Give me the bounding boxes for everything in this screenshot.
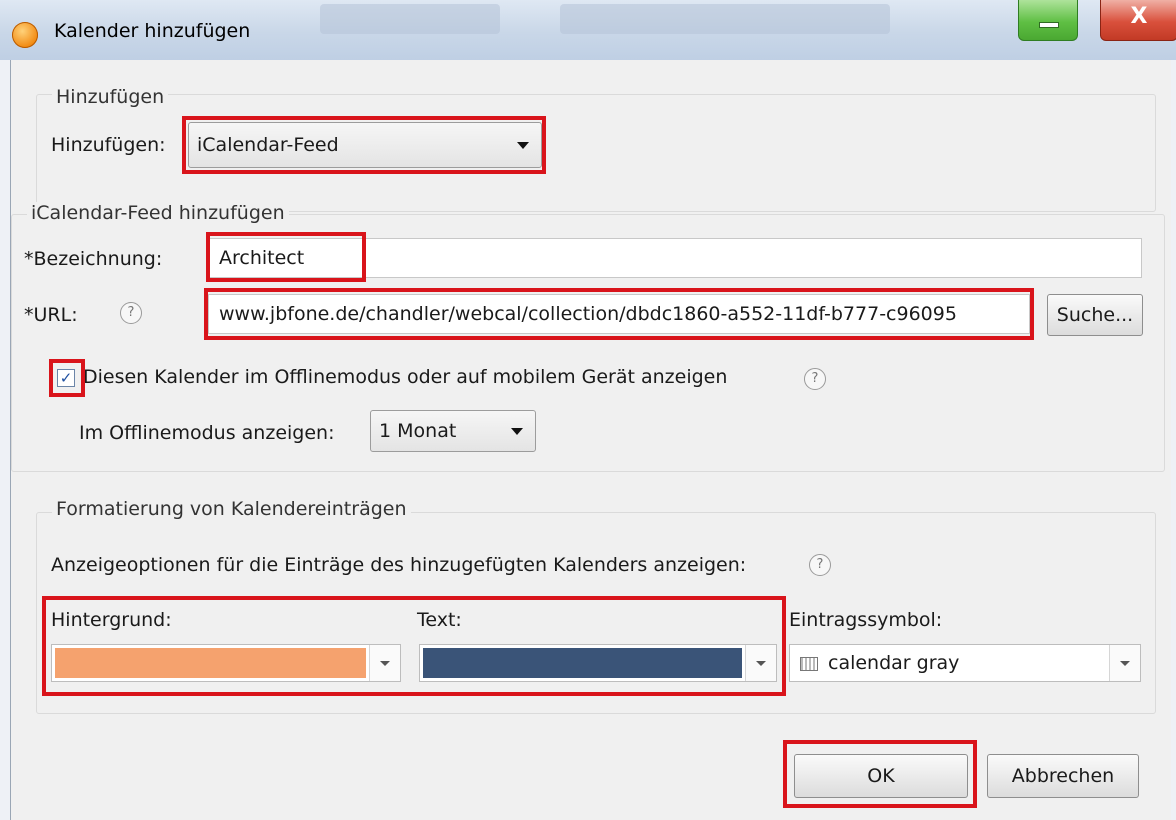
dropdown-arrow-icon xyxy=(511,428,523,435)
format-description: Anzeigeoptionen für die Einträge des hin… xyxy=(51,554,747,576)
add-group-title: Hinzufügen xyxy=(52,86,169,108)
help-icon[interactable]: ? xyxy=(804,368,826,390)
offline-label: Diesen Kalender im Offlinemodus oder auf… xyxy=(83,366,728,388)
highlight-box xyxy=(783,740,977,808)
calendar-icon xyxy=(800,657,818,671)
help-icon[interactable]: ? xyxy=(809,554,831,576)
app-icon xyxy=(12,22,38,48)
url-label: *URL: xyxy=(24,304,78,326)
format-group-title: Formatierung von Kalendereinträgen xyxy=(52,498,411,520)
dropdown-arrow-icon xyxy=(1120,661,1130,666)
window-title: Kalender hinzufügen xyxy=(54,20,251,42)
symbol-label: Eintragssymbol: xyxy=(789,609,943,631)
background-taskbar-item xyxy=(320,4,500,34)
minimize-button[interactable] xyxy=(1018,0,1078,41)
cancel-button[interactable]: Abbrechen xyxy=(987,754,1139,798)
background-taskbar-item xyxy=(560,4,890,34)
offline-period-label: Im Offlinemodus anzeigen: xyxy=(79,422,335,444)
offline-period-dropdown[interactable]: 1 Monat xyxy=(370,410,536,452)
symbol-dropdown[interactable]: calendar gray xyxy=(789,644,1141,682)
name-label: *Bezeichnung: xyxy=(24,248,163,270)
title-bar[interactable]: Kalender hinzufügen X xyxy=(0,0,1176,60)
dialog-body: Hinzufügen Hinzufügen: iCalendar-Feed iC… xyxy=(10,60,1171,820)
close-button[interactable]: X xyxy=(1100,0,1176,41)
help-icon[interactable]: ? xyxy=(120,302,142,324)
highlight-box xyxy=(42,596,786,696)
symbol-value: calendar gray xyxy=(828,652,960,674)
highlight-box xyxy=(49,359,85,397)
highlight-box xyxy=(204,288,1034,340)
add-type-label: Hinzufügen: xyxy=(51,134,166,156)
offline-period-value: 1 Monat xyxy=(379,420,457,442)
feed-group-title: iCalendar-Feed hinzufügen xyxy=(27,202,289,224)
highlight-box xyxy=(182,116,546,174)
minimize-icon xyxy=(1039,22,1059,28)
highlight-box xyxy=(206,232,366,282)
browse-button[interactable]: Suche... xyxy=(1047,294,1143,336)
